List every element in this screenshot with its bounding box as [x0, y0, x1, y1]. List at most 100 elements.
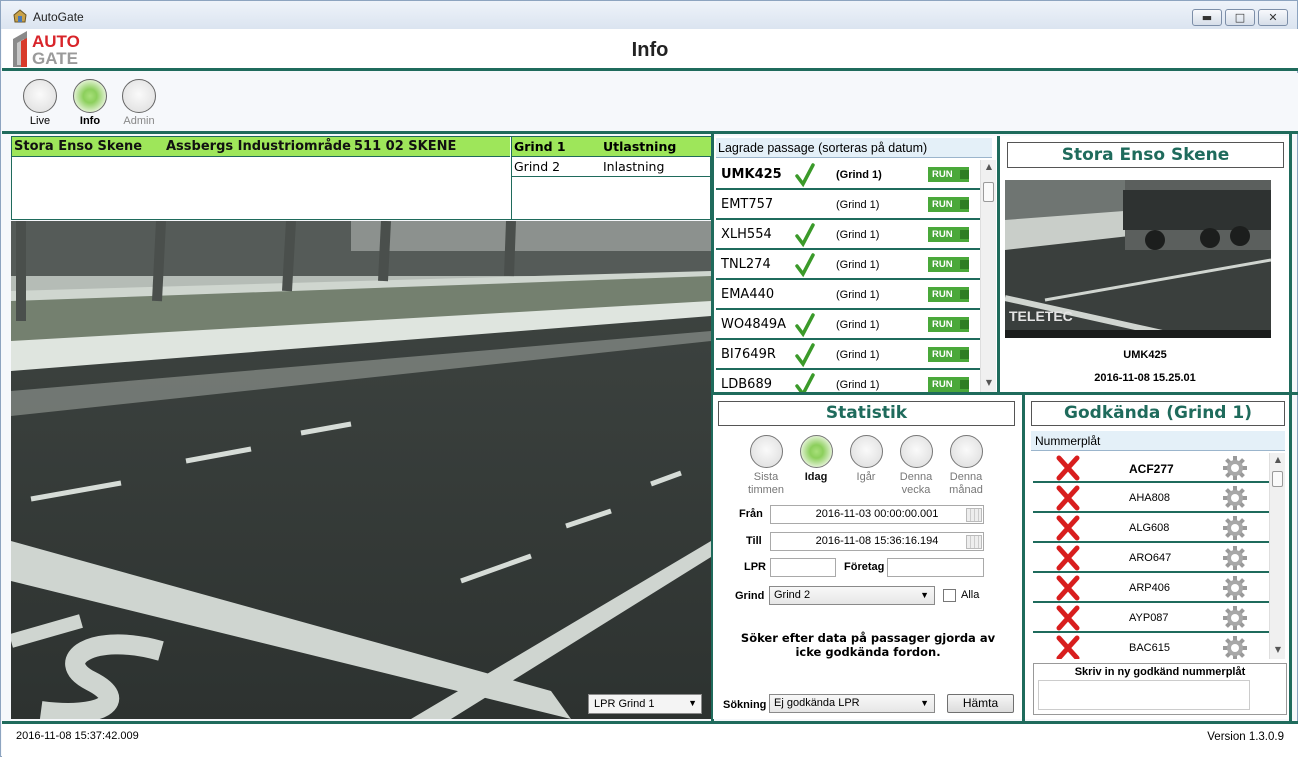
gate-name: Grind 2 [514, 159, 561, 174]
run-button[interactable]: RUN [928, 167, 969, 182]
lpr-input[interactable] [770, 558, 836, 577]
nav-bar: Live Info Admin [2, 73, 1298, 134]
scroll-down-icon[interactable]: ▼ [981, 378, 997, 387]
search-select-value: Ej godkända LPR [774, 697, 860, 709]
all-checkbox[interactable] [943, 589, 956, 602]
passages-header[interactable]: Lagrade passage (sorteras på datum) [716, 138, 992, 158]
scroll-down-icon[interactable]: ▼ [1270, 645, 1286, 654]
run-button[interactable]: RUN [928, 317, 969, 332]
period-label: Denna månad [941, 471, 991, 497]
period-option[interactable]: Sista timmen [741, 435, 791, 497]
from-date-value: 2016-11-03 00:00:00.001 [815, 508, 939, 520]
title-bar: AutoGate ▬ □ ✕ [1, 1, 1297, 29]
search-select[interactable]: Ej godkända LPR ▼ [769, 694, 935, 713]
gear-icon[interactable] [1223, 576, 1247, 600]
passage-row[interactable]: WO4849A (Grind 1) RUN [716, 310, 980, 340]
gate-select-value: Grind 2 [774, 589, 811, 601]
reject-icon [1056, 545, 1080, 571]
reject-icon [1056, 455, 1080, 481]
gate-row[interactable]: Grind 1 Utlastning [512, 137, 711, 157]
reject-icon [1056, 605, 1080, 631]
run-button[interactable]: RUN [928, 257, 969, 272]
gear-icon[interactable] [1223, 486, 1247, 510]
scroll-up-icon[interactable]: ▲ [981, 162, 997, 171]
camera-select[interactable]: LPR Grind 1 ▼ [588, 694, 702, 714]
approved-row[interactable]: ARO647 [1033, 543, 1269, 573]
nav-info[interactable]: Info [70, 79, 110, 127]
to-date-field[interactable]: 2016-11-08 15:36:16.194 [770, 532, 984, 551]
approved-scrollbar[interactable]: ▲ ▼ [1269, 453, 1285, 659]
calendar-icon[interactable] [966, 508, 982, 522]
close-button[interactable]: ✕ [1258, 9, 1288, 26]
passage-row[interactable]: XLH554 (Grind 1) RUN [716, 220, 980, 250]
gear-icon[interactable] [1223, 546, 1247, 570]
new-plate-input[interactable] [1038, 680, 1250, 710]
gear-icon[interactable] [1223, 606, 1247, 630]
period-label: Sista timmen [741, 471, 791, 497]
period-label: Idag [791, 471, 841, 484]
snapshot-title: Stora Enso Skene [1007, 142, 1284, 168]
passage-row[interactable]: BI7649R (Grind 1) RUN [716, 340, 980, 370]
site-postal: 511 02 SKENE [354, 139, 457, 154]
passage-row[interactable]: UMK425 (Grind 1) RUN [716, 160, 980, 190]
approved-row[interactable]: ALG608 [1033, 513, 1269, 543]
run-button[interactable]: RUN [928, 227, 969, 242]
period-indicator [749, 435, 783, 468]
period-option[interactable]: Idag [791, 435, 841, 484]
passage-row[interactable]: EMA440 (Grind 1) RUN [716, 280, 980, 310]
calendar-icon[interactable] [966, 535, 982, 549]
passage-gate: (Grind 1) [836, 199, 880, 211]
passage-gate: (Grind 1) [836, 169, 882, 181]
fetch-button[interactable]: Hämta [947, 694, 1014, 713]
plate-column-header[interactable]: Nummerplåt [1031, 431, 1285, 451]
run-button[interactable]: RUN [928, 377, 969, 392]
gate-row[interactable]: Grind 2 Inlastning [512, 157, 711, 177]
company-input[interactable] [887, 558, 984, 577]
period-label-line1: Idag [804, 471, 828, 483]
scroll-up-icon[interactable]: ▲ [1270, 455, 1286, 464]
approved-row[interactable]: AHA808 [1033, 483, 1269, 513]
checkmark-icon [795, 253, 815, 278]
passage-row[interactable]: EMT757 (Grind 1) RUN [716, 190, 980, 220]
gate-select[interactable]: Grind 2 ▼ [769, 586, 935, 605]
scroll-thumb[interactable] [1272, 471, 1283, 487]
reject-icon [1056, 485, 1080, 511]
scroll-thumb[interactable] [983, 182, 994, 202]
passage-gate: (Grind 1) [836, 229, 880, 241]
run-button[interactable]: RUN [928, 287, 969, 302]
period-option[interactable]: Denna månad [941, 435, 991, 497]
period-label: Denna vecka [891, 471, 941, 497]
camera-image [11, 221, 711, 719]
passages-scrollbar[interactable]: ▲ ▼ [980, 160, 996, 392]
company-label: Företag [844, 561, 885, 573]
approved-row[interactable]: AYP087 [1033, 603, 1269, 633]
approved-row[interactable]: ARP406 [1033, 573, 1269, 603]
run-button[interactable]: RUN [928, 347, 969, 362]
gear-icon[interactable] [1223, 456, 1247, 480]
passage-row[interactable]: LDB689 (Grind 1) RUN [716, 370, 980, 392]
period-label-line1: Sista [753, 471, 779, 483]
approved-row[interactable]: BAC615 [1033, 633, 1269, 659]
passage-plate: XLH554 [721, 227, 772, 242]
to-date-value: 2016-11-08 15:36:16.194 [815, 535, 939, 547]
gate-label: Grind [735, 590, 765, 602]
snapshot-panel: Stora Enso Skene TELETEC UMK425 2016-11-… [999, 136, 1289, 392]
nav-live[interactable]: Live [20, 79, 60, 127]
run-button[interactable]: RUN [928, 197, 969, 212]
approved-plate: BAC615 [1129, 642, 1170, 654]
nav-admin[interactable]: Admin [119, 79, 159, 127]
maximize-button[interactable]: □ [1225, 9, 1255, 26]
gear-icon[interactable] [1223, 516, 1247, 540]
minimize-button[interactable]: ▬ [1192, 9, 1222, 26]
gear-icon[interactable] [1223, 636, 1247, 659]
from-date-field[interactable]: 2016-11-03 00:00:00.001 [770, 505, 984, 524]
window-title: AutoGate [33, 10, 84, 24]
passage-row[interactable]: TNL274 (Grind 1) RUN [716, 250, 980, 280]
nav-info-label: Info [79, 115, 101, 127]
status-bar: 2016-11-08 15:37:42.009 Version 1.3.0.9 [2, 721, 1298, 757]
period-option[interactable]: Denna vecka [891, 435, 941, 497]
approved-row[interactable]: ACF277 [1033, 453, 1269, 483]
snapshot-timestamp: 2016-11-08 15.25.01 [1094, 372, 1196, 384]
period-option[interactable]: Igår [841, 435, 891, 484]
approved-plate: ACF277 [1129, 462, 1174, 476]
